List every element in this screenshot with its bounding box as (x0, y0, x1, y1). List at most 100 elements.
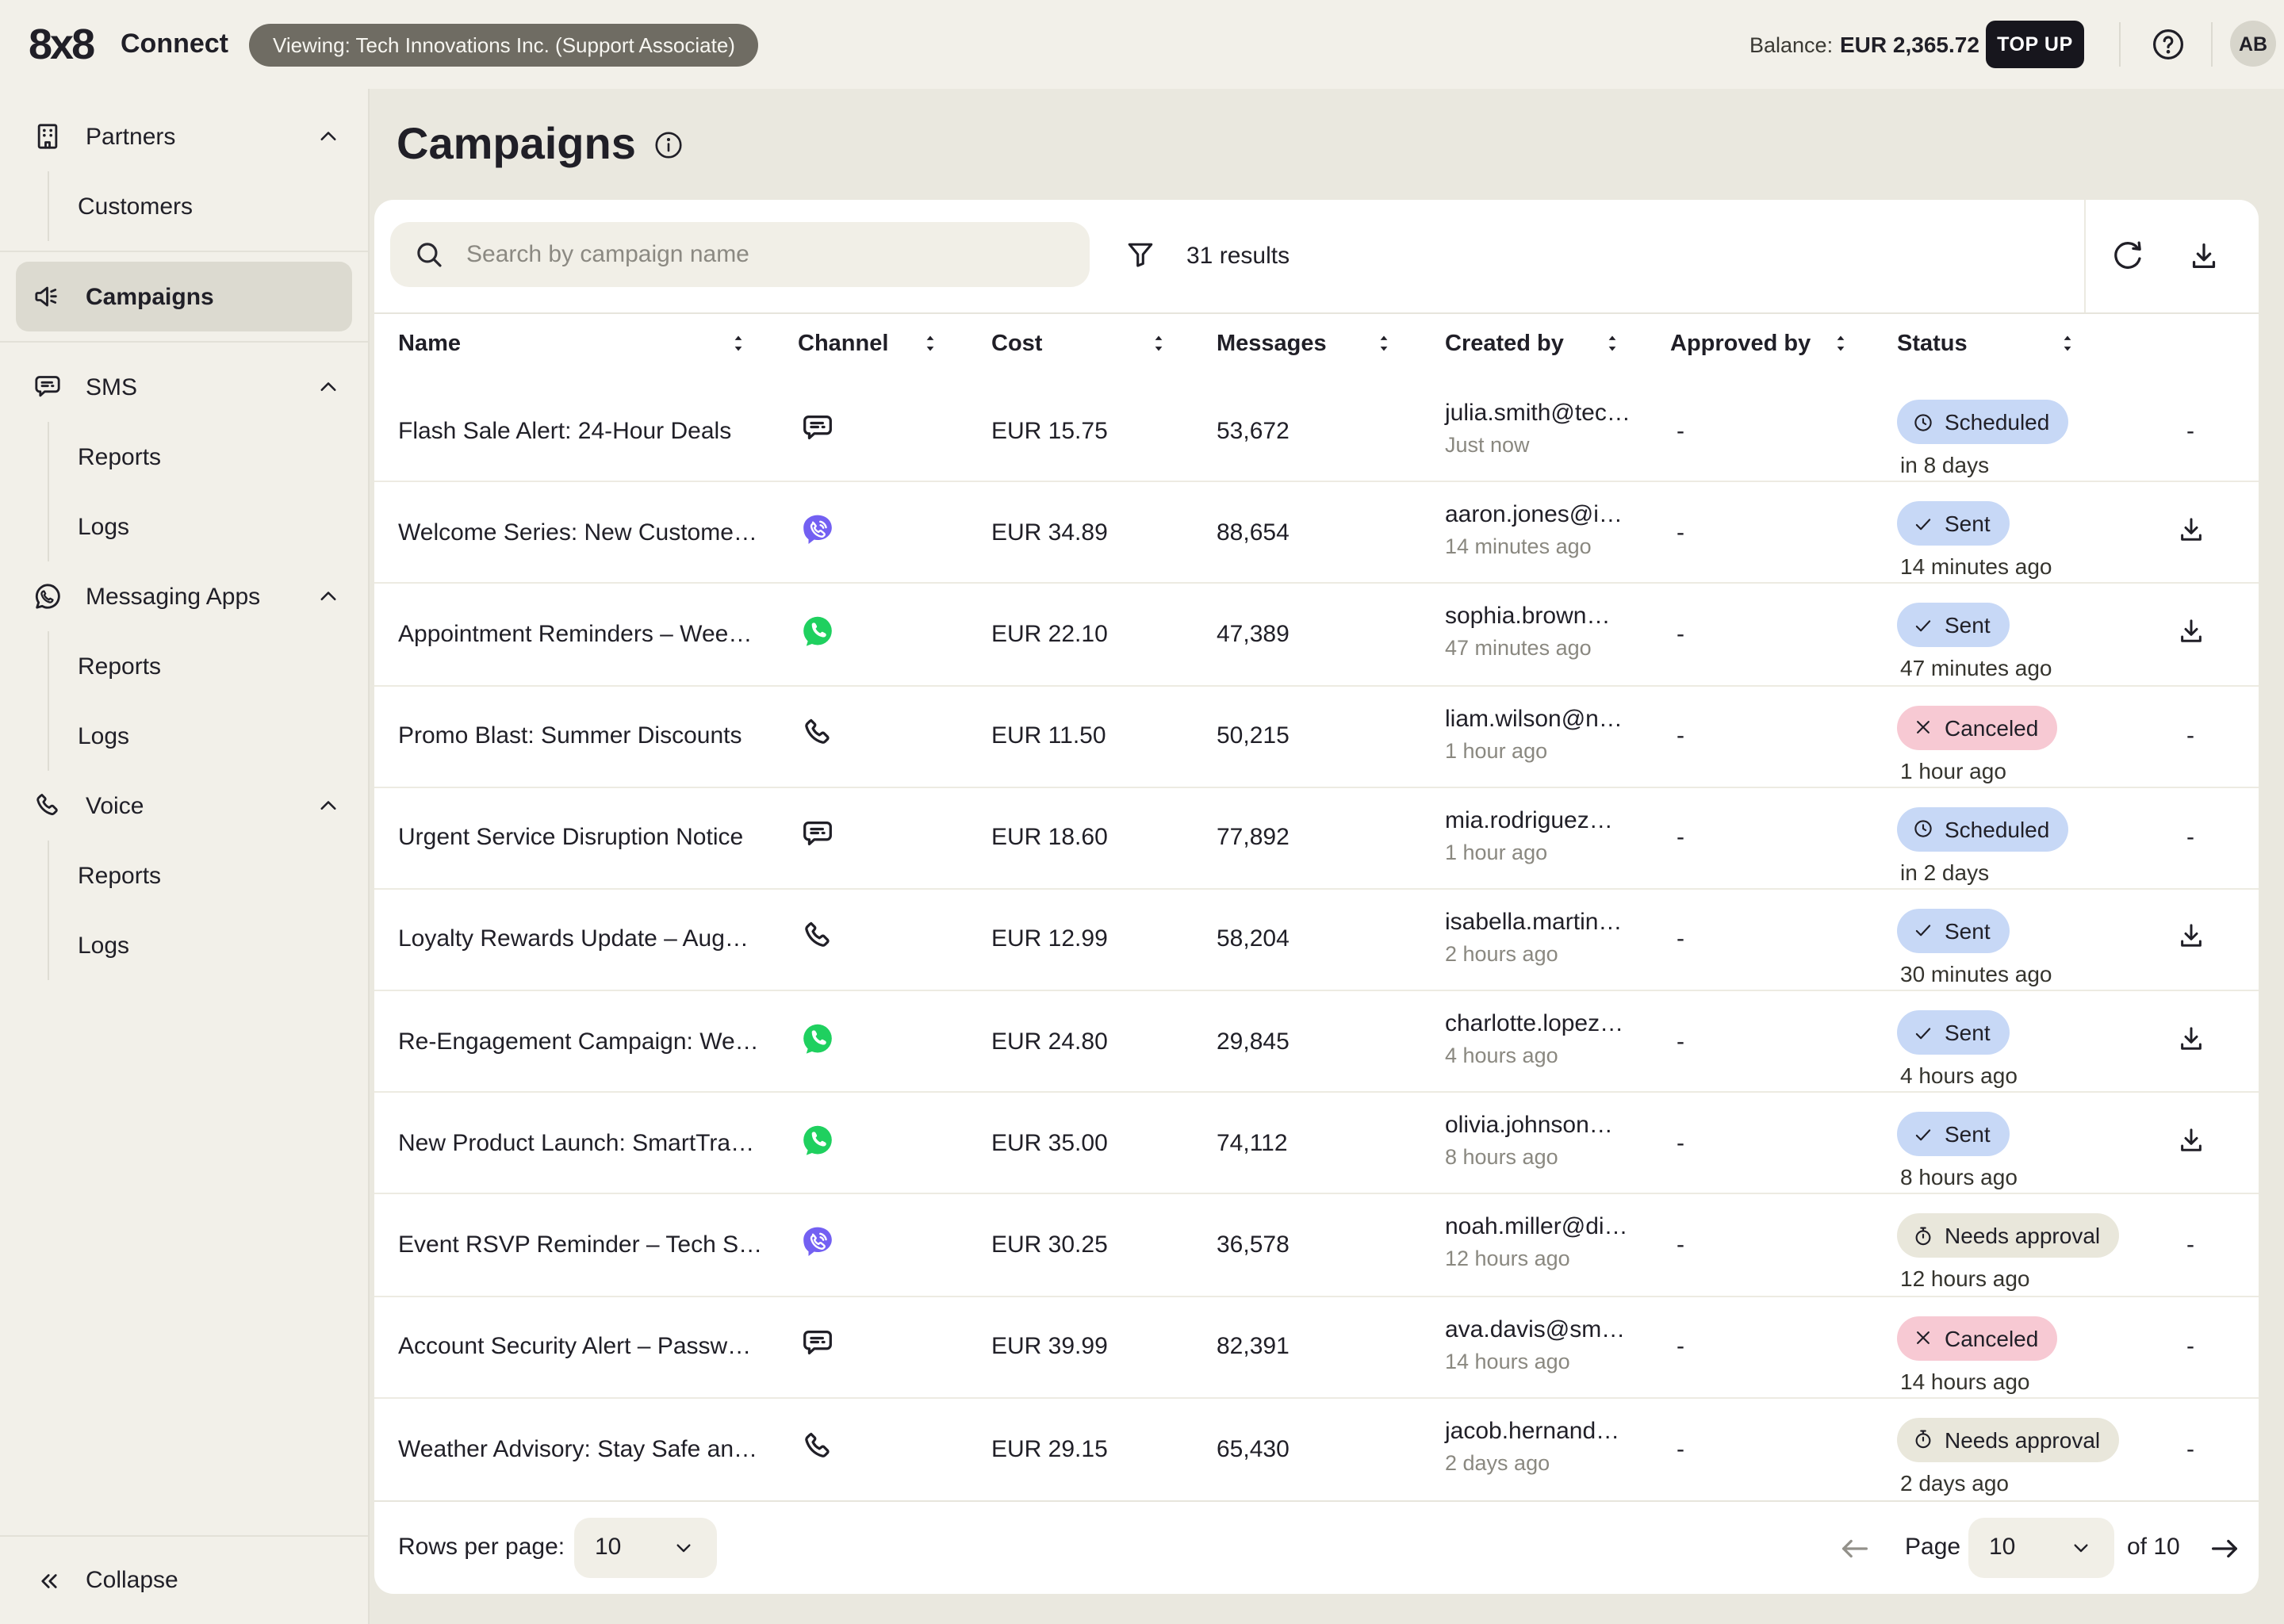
sidebar-item-partners-customers[interactable]: Customers (49, 171, 368, 241)
row-download-button[interactable] (2174, 1021, 2207, 1055)
table-row[interactable]: Flash Sale Alert: 24-Hour Deals EUR 15.75… (374, 381, 2259, 483)
created-by-email: ava.davis@sm… (1445, 1316, 1626, 1343)
sidebar-item-messaging-apps[interactable]: Messaging Apps (0, 561, 368, 631)
double-chevron-left-icon (35, 1566, 63, 1595)
search-box[interactable] (390, 222, 1090, 287)
sms-channel-icon (799, 817, 836, 853)
table-footer: Rows per page: 10 Page 10 of 10 (374, 1500, 2259, 1594)
sort-control-name[interactable] (726, 331, 750, 355)
clock-icon (1911, 410, 1935, 434)
row-action-empty: - (2186, 1333, 2194, 1361)
chat-bubble-icon (32, 371, 63, 403)
sort-control-cost[interactable] (1147, 331, 1171, 355)
sidebar-nav: Partners Customers Campaigns SMS Reports Logs… (0, 102, 368, 980)
campaign-name: Event RSVP Reminder – Tech S… (398, 1231, 763, 1258)
table-row[interactable]: Promo Blast: Summer Discounts EUR 11.50 50… (374, 686, 2259, 788)
row-action-cell: - (2170, 1231, 2211, 1258)
avatar[interactable]: AB (2230, 21, 2276, 67)
created-by-time: Just now (1445, 433, 1530, 457)
table-row[interactable]: Event RSVP Reminder – Tech S… EUR 30.25 36… (374, 1195, 2259, 1297)
search-input[interactable] (463, 239, 1067, 270)
approved-by-cell: - (1677, 1231, 1684, 1258)
top-up-button[interactable]: TOP UP (1986, 21, 2084, 68)
column-header-status[interactable]: Status (1897, 331, 1968, 357)
previous-page-button[interactable] (1837, 1530, 1873, 1567)
status-label: Needs approval (1945, 1223, 2101, 1249)
sidebar-item-campaigns[interactable]: Campaigns (16, 262, 352, 331)
table-row[interactable]: Urgent Service Disruption Notice EUR 18.6… (374, 787, 2259, 890)
table-row[interactable]: New Product Launch: SmartTra… EUR 35.00 74… (374, 1093, 2259, 1195)
status-cell: Needs approval 12 hours ago (1897, 1213, 2120, 1292)
help-icon[interactable] (2149, 25, 2187, 63)
approved-by-cell: - (1677, 722, 1684, 750)
status-badge: Canceled (1897, 1316, 2058, 1361)
status-label: Needs approval (1945, 1427, 2101, 1453)
row-download-button[interactable] (2174, 513, 2207, 546)
rows-per-page-label: Rows per page: (398, 1533, 565, 1561)
export-button[interactable] (2186, 238, 2222, 274)
collapse-button[interactable]: Collapse (0, 1535, 368, 1624)
cost-cell: EUR 24.80 (991, 1028, 1108, 1055)
sort-control-approved-by[interactable] (1829, 331, 1853, 355)
sidebar-item-sms-reports[interactable]: Reports (49, 422, 368, 492)
sort-control-created-by[interactable] (1600, 331, 1624, 355)
clock-icon (1911, 817, 1935, 841)
voice-channel-icon (799, 1428, 836, 1465)
sidebar-item-voice-logs[interactable]: Logs (49, 910, 368, 980)
sidebar-item-voice-reports[interactable]: Reports (49, 841, 368, 910)
table-row[interactable]: Weather Advisory: Stay Safe an… EUR 29.15… (374, 1398, 2259, 1500)
rows-per-page-value: 10 (595, 1534, 622, 1561)
sort-control-channel[interactable] (918, 331, 942, 355)
table-row[interactable]: Loyalty Rewards Update – Aug… EUR 12.99 58… (374, 890, 2259, 992)
channel-cell (799, 918, 836, 961)
search-icon (412, 238, 446, 271)
row-download-button[interactable] (2174, 920, 2207, 953)
page-value: 10 (1989, 1534, 2016, 1561)
table-row[interactable]: Welcome Series: New Custome… EUR 34.89 88,… (374, 482, 2259, 584)
column-header-channel[interactable]: Channel (798, 331, 888, 357)
table-row[interactable]: Appointment Reminders – Wee… EUR 22.10 47,… (374, 584, 2259, 687)
channel-cell (799, 409, 836, 452)
sms-channel-icon (799, 1325, 836, 1362)
viber-channel-icon (799, 1224, 836, 1260)
cost-cell: EUR 15.75 (991, 417, 1108, 445)
page-label: Page (1905, 1533, 1961, 1561)
sidebar-divider (0, 341, 368, 343)
sidebar-item-voice[interactable]: Voice (0, 771, 368, 841)
table-row[interactable]: Re-Engagement Campaign: We… EUR 24.80 29,8… (374, 991, 2259, 1094)
created-by-cell: ava.davis@sm… 14 hours ago (1445, 1316, 1625, 1373)
row-download-button[interactable] (2174, 615, 2207, 648)
page-select[interactable]: 10 (1968, 1517, 2114, 1578)
next-page-button[interactable] (2206, 1530, 2243, 1567)
sidebar-item-partners[interactable]: Partners (0, 102, 368, 171)
column-header-messages[interactable]: Messages (1217, 331, 1327, 357)
column-header-name[interactable]: Name (398, 331, 461, 357)
sidebar-item-sms[interactable]: SMS (0, 352, 368, 422)
refresh-button[interactable] (2110, 238, 2146, 274)
app-root: 8x8 Connect Viewing: Tech Innovations In… (0, 0, 2284, 1624)
column-header-approved-by[interactable]: Approved by (1670, 331, 1811, 357)
row-download-button[interactable] (2174, 1124, 2207, 1157)
sidebar-item-messaging-apps-logs[interactable]: Logs (49, 701, 368, 771)
funnel-icon (1123, 238, 1158, 273)
created-by-time: 14 minutes ago (1445, 534, 1592, 559)
status-badge: Scheduled (1897, 806, 2069, 852)
column-header-cost[interactable]: Cost (991, 331, 1042, 357)
channel-cell (799, 1020, 836, 1063)
approved-by-cell: - (1677, 417, 1684, 445)
sort-control-messages[interactable] (1372, 331, 1396, 355)
rows-per-page-select[interactable]: 10 (574, 1517, 717, 1578)
download-icon (2174, 920, 2207, 953)
column-header-label: Cost (991, 331, 1043, 357)
column-header-label: Status (1897, 331, 1968, 357)
filter-icon[interactable] (1123, 238, 1158, 273)
table-row[interactable]: Account Security Alert – Passw… EUR 39.99… (374, 1297, 2259, 1399)
sidebar-item-sms-logs[interactable]: Logs (49, 492, 368, 561)
column-header-created-by[interactable]: Created by (1445, 331, 1564, 357)
channel-cell (799, 511, 836, 554)
info-icon[interactable] (652, 128, 685, 161)
download-icon (2174, 513, 2207, 546)
sort-control-status[interactable] (2056, 331, 2079, 355)
column-header-label: Created by (1445, 331, 1564, 357)
sidebar-item-messaging-apps-reports[interactable]: Reports (49, 631, 368, 701)
